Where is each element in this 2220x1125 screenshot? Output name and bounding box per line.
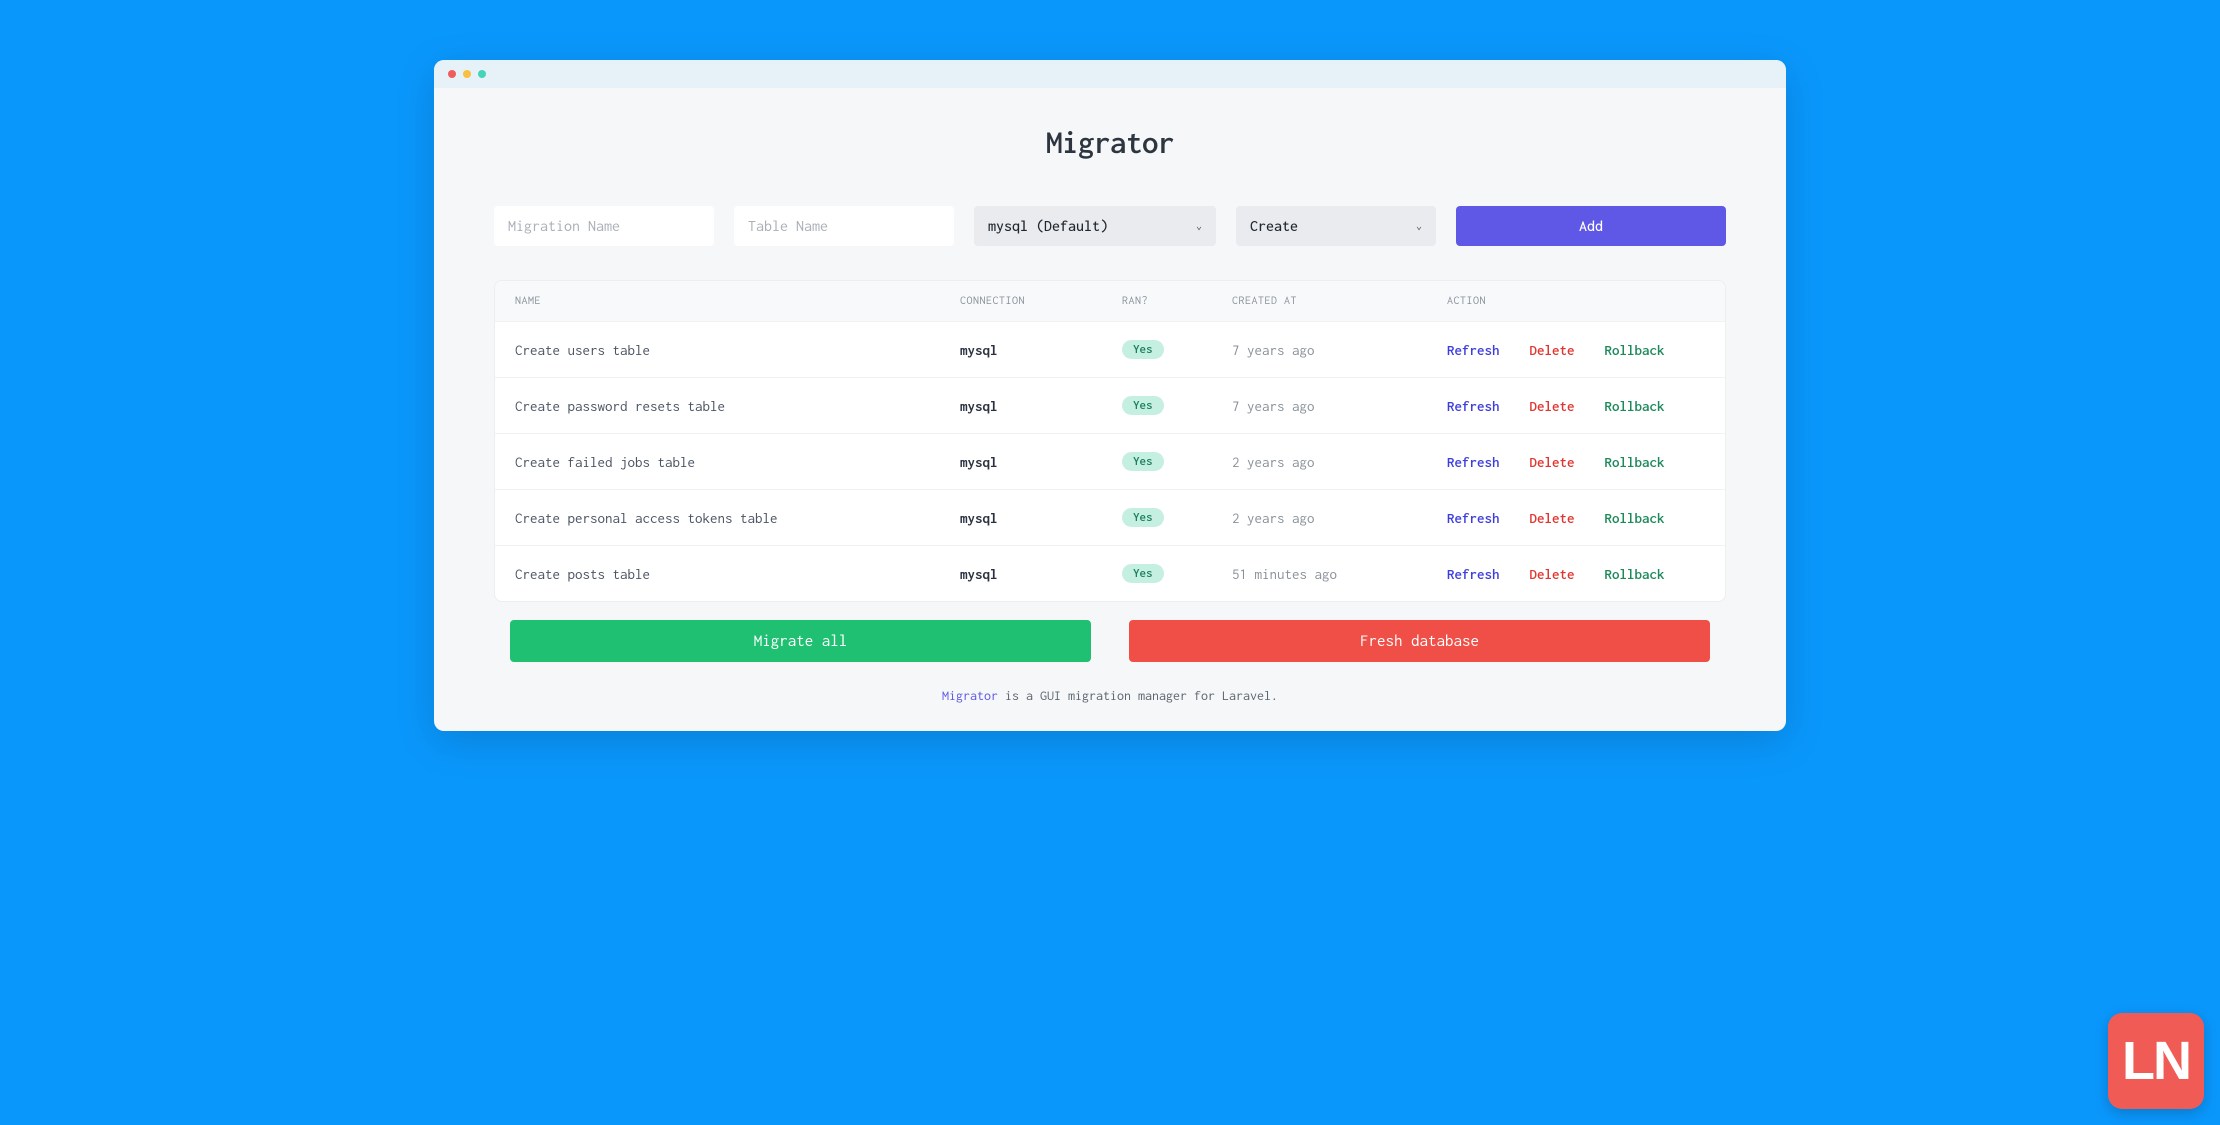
delete-action[interactable]: Delete xyxy=(1530,510,1575,526)
ran-badge: Yes xyxy=(1122,564,1164,583)
migration-created-at: 7 years ago xyxy=(1232,342,1447,358)
refresh-action[interactable]: Refresh xyxy=(1447,510,1500,526)
migration-connection: mysql xyxy=(960,454,1122,470)
migration-connection: mysql xyxy=(960,566,1122,582)
window-titlebar xyxy=(434,60,1786,88)
fresh-database-button[interactable]: Fresh database xyxy=(1129,620,1710,662)
ran-badge: Yes xyxy=(1122,452,1164,471)
rollback-action[interactable]: Rollback xyxy=(1605,398,1665,414)
create-migration-controls: mysql (Default) ⌄ Create ⌄ Add xyxy=(494,206,1726,246)
migration-created-at: 2 years ago xyxy=(1232,454,1447,470)
table-body: Create users tablemysqlYes7 years agoRef… xyxy=(495,321,1725,601)
bottom-buttons: Migrate all Fresh database xyxy=(494,620,1726,662)
migration-created-at: 2 years ago xyxy=(1232,510,1447,526)
connection-select[interactable]: mysql (Default) ⌄ xyxy=(974,206,1216,246)
migration-ran: Yes xyxy=(1122,452,1232,471)
table-row: Create users tablemysqlYes 7 years agoRef… xyxy=(495,321,1725,377)
connection-select-value: mysql (Default) xyxy=(988,218,1108,235)
migration-name: Create password resets table xyxy=(515,398,960,414)
header-action: ACTION xyxy=(1447,295,1705,307)
rollback-action[interactable]: Rollback xyxy=(1605,510,1665,526)
header-created-at: CREATED AT xyxy=(1232,295,1447,307)
ran-badge: Yes xyxy=(1122,340,1164,359)
footer-text: Migrator is a GUI migration manager for … xyxy=(494,688,1726,703)
migration-name: Create failed jobs table xyxy=(515,454,960,470)
migration-name: Create posts table xyxy=(515,566,960,582)
migration-ran: Yes xyxy=(1122,508,1232,527)
window-minimize-icon[interactable] xyxy=(463,70,471,78)
migration-actions: Refresh Delete Rollback xyxy=(1447,510,1705,526)
delete-action[interactable]: Delete xyxy=(1530,398,1575,414)
refresh-action[interactable]: Refresh xyxy=(1447,342,1500,358)
table-header-row: NAME CONNECTION RAN? CREATED AT ACTION xyxy=(495,281,1725,321)
migration-connection: mysql xyxy=(960,398,1122,414)
delete-action[interactable]: Delete xyxy=(1530,342,1575,358)
refresh-action[interactable]: Refresh xyxy=(1447,454,1500,470)
table-row: Create posts tablemysqlYes 51 minutes ago… xyxy=(495,545,1725,601)
rollback-action[interactable]: Rollback xyxy=(1605,454,1665,470)
ran-badge: Yes xyxy=(1122,396,1164,415)
window-maximize-icon[interactable] xyxy=(478,70,486,78)
migration-created-at: 7 years ago xyxy=(1232,398,1447,414)
footer-link[interactable]: Migrator xyxy=(942,688,998,703)
chevron-down-icon: ⌄ xyxy=(1196,220,1202,232)
header-ran: RAN? xyxy=(1122,295,1232,307)
brand-logo: LN xyxy=(2108,1013,2204,1109)
refresh-action[interactable]: Refresh xyxy=(1447,398,1500,414)
migration-type-select[interactable]: Create ⌄ xyxy=(1236,206,1436,246)
ran-badge: Yes xyxy=(1122,508,1164,527)
migration-ran: Yes xyxy=(1122,396,1232,415)
migration-connection: mysql xyxy=(960,510,1122,526)
delete-action[interactable]: Delete xyxy=(1530,566,1575,582)
refresh-action[interactable]: Refresh xyxy=(1447,566,1500,582)
table-row: Create failed jobs tablemysqlYes 2 years … xyxy=(495,433,1725,489)
migration-ran: Yes xyxy=(1122,340,1232,359)
rollback-action[interactable]: Rollback xyxy=(1605,566,1665,582)
migration-type-value: Create xyxy=(1250,218,1298,235)
migrations-table: NAME CONNECTION RAN? CREATED AT ACTION C… xyxy=(494,280,1726,602)
header-connection: CONNECTION xyxy=(960,295,1122,307)
table-name-input[interactable] xyxy=(734,206,954,246)
add-button[interactable]: Add xyxy=(1456,206,1726,246)
page-title: Migrator xyxy=(494,126,1726,160)
migration-name-input[interactable] xyxy=(494,206,714,246)
migration-connection: mysql xyxy=(960,342,1122,358)
migration-actions: Refresh Delete Rollback xyxy=(1447,342,1705,358)
migration-name: Create users table xyxy=(515,342,960,358)
app-window: Migrator mysql (Default) ⌄ Create ⌄ Add … xyxy=(434,60,1786,731)
migration-actions: Refresh Delete Rollback xyxy=(1447,454,1705,470)
chevron-down-icon: ⌄ xyxy=(1416,220,1422,232)
migration-ran: Yes xyxy=(1122,564,1232,583)
page-content: Migrator mysql (Default) ⌄ Create ⌄ Add … xyxy=(434,88,1786,731)
migration-name: Create personal access tokens table xyxy=(515,510,960,526)
header-name: NAME xyxy=(515,295,960,307)
migration-actions: Refresh Delete Rollback xyxy=(1447,566,1705,582)
table-row: Create password resets tablemysqlYes 7 ye… xyxy=(495,377,1725,433)
migration-created-at: 51 minutes ago xyxy=(1232,566,1447,582)
delete-action[interactable]: Delete xyxy=(1530,454,1575,470)
footer-description: is a GUI migration manager for Laravel. xyxy=(998,688,1278,703)
migrate-all-button[interactable]: Migrate all xyxy=(510,620,1091,662)
table-row: Create personal access tokens tablemysql… xyxy=(495,489,1725,545)
window-close-icon[interactable] xyxy=(448,70,456,78)
migration-actions: Refresh Delete Rollback xyxy=(1447,398,1705,414)
rollback-action[interactable]: Rollback xyxy=(1605,342,1665,358)
